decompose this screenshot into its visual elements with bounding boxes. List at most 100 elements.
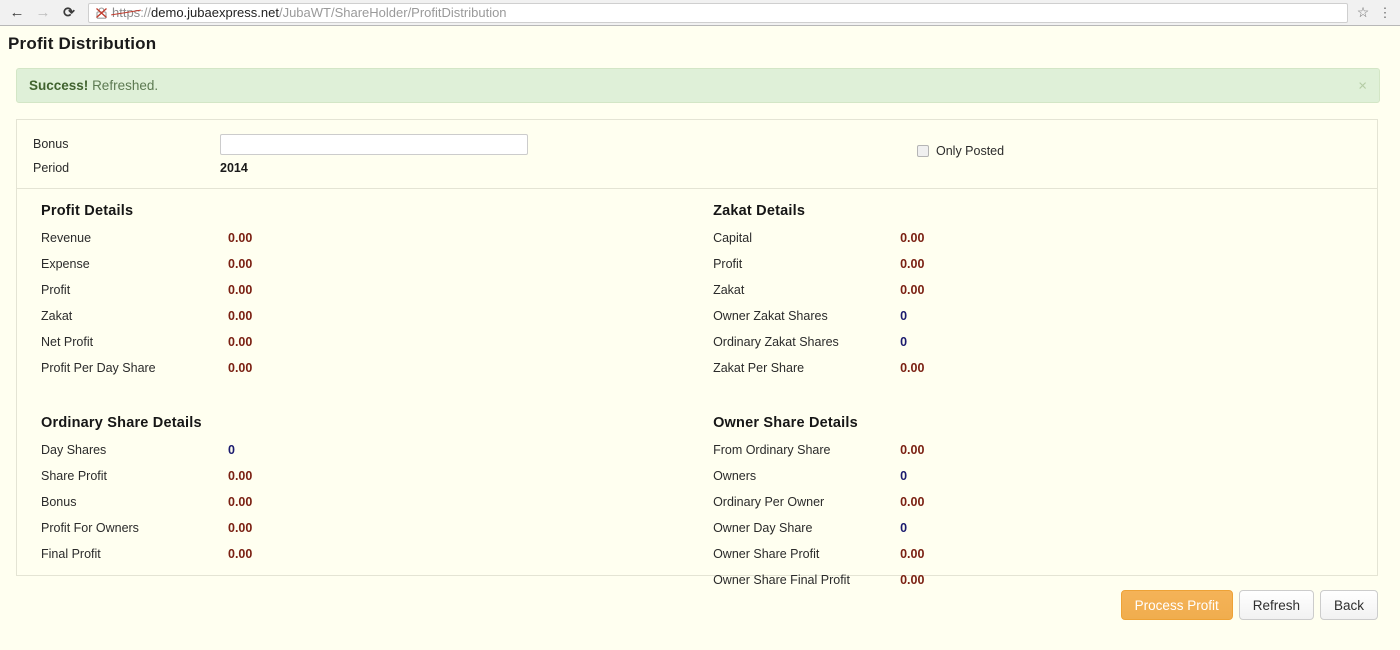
only-posted-checkbox-group[interactable]: Only Posted: [917, 144, 1004, 158]
detail-row: Final Profit 0.00: [33, 547, 697, 573]
filter-fields: Bonus Period 2014: [17, 132, 717, 180]
detail-value: 0.00: [228, 231, 253, 245]
detail-label: Owner Zakat Shares: [713, 309, 828, 323]
detail-row: Ordinary Per Owner 0.00: [705, 495, 1377, 521]
detail-label: Capital: [713, 231, 752, 245]
forward-arrow-icon[interactable]: →: [30, 2, 56, 24]
detail-value: 0.00: [228, 335, 253, 349]
detail-row: Owner Share Profit 0.00: [705, 547, 1377, 573]
detail-row: Profit 0.00: [33, 283, 697, 309]
detail-label: Owner Day Share: [713, 521, 813, 535]
detail-label: Share Profit: [41, 469, 108, 483]
profit-details-title: Profit Details: [41, 203, 134, 219]
detail-label: From Ordinary Share: [713, 443, 831, 457]
detail-value: 0.00: [900, 231, 925, 245]
period-row: Period 2014: [25, 156, 717, 180]
detail-value: 0: [900, 469, 908, 483]
detail-row: Profit 0.00: [705, 257, 1377, 283]
detail-value: 0.00: [228, 257, 253, 271]
detail-label: Day Shares: [41, 443, 107, 457]
left-column: Profit Details Revenue 0.00 Expense 0.00…: [17, 203, 697, 575]
detail-row: Owner Day Share 0: [705, 521, 1377, 547]
detail-value: 0.00: [228, 283, 253, 297]
detail-value: 0: [228, 443, 235, 457]
refresh-button[interactable]: Refresh: [1238, 590, 1314, 620]
detail-label: Profit: [713, 257, 743, 271]
bonus-label: Bonus: [33, 137, 69, 151]
profit-details-list: Revenue 0.00 Expense 0.00 Profit 0.00 Za…: [33, 231, 697, 387]
detail-value: 0.00: [900, 547, 925, 561]
back-button[interactable]: Back: [1319, 590, 1378, 620]
detail-label: Final Profit: [41, 547, 101, 561]
detail-row: Net Profit 0.00: [33, 335, 697, 361]
detail-label: Bonus: [41, 495, 77, 509]
checkbox-icon[interactable]: [917, 145, 929, 157]
address-bar[interactable]: https://demo.jubaexpress.net/JubaWT/Shar…: [88, 2, 1348, 23]
detail-row: Ordinary Zakat Shares 0: [705, 335, 1377, 361]
ordinary-share-details-list: Day Shares 0 Share Profit 0.00 Bonus 0.0…: [33, 443, 697, 573]
success-alert: Success! Refreshed. ×: [16, 68, 1380, 103]
details-panel: Profit Details Revenue 0.00 Expense 0.00…: [16, 188, 1378, 587]
detail-row: Capital 0.00: [705, 231, 1377, 257]
three-dot-menu-icon[interactable]: ⋮: [1374, 2, 1396, 24]
detail-label: Profit: [41, 283, 71, 297]
url-path: /JubaWT/ShareHolder/ProfitDistribution: [278, 4, 507, 20]
detail-value: 0.00: [228, 469, 253, 483]
reload-icon[interactable]: ⟳: [56, 2, 82, 24]
detail-label: Owner Share Final Profit: [713, 573, 850, 587]
detail-label: Profit Per Day Share: [41, 361, 156, 375]
detail-label: Zakat: [713, 283, 745, 297]
detail-row: Zakat 0.00: [705, 283, 1377, 309]
back-arrow-icon[interactable]: ←: [4, 2, 30, 24]
zakat-details-list: Capital 0.00 Profit 0.00 Zakat 0.00 Owne…: [705, 231, 1377, 387]
detail-value: 0.00: [900, 573, 925, 587]
detail-row: Share Profit 0.00: [33, 469, 697, 495]
detail-value: 0.00: [900, 257, 925, 271]
detail-label: Zakat Per Share: [713, 361, 805, 375]
detail-label: Ordinary Zakat Shares: [713, 335, 839, 349]
period-value: 2014: [220, 161, 248, 175]
detail-label: Owners: [713, 469, 757, 483]
close-icon[interactable]: ×: [1358, 77, 1367, 94]
detail-row: Revenue 0.00: [33, 231, 697, 257]
owner-share-details-title: Owner Share Details: [713, 415, 858, 431]
detail-label: Profit For Owners: [41, 521, 139, 535]
bonus-input[interactable]: [220, 133, 528, 155]
ordinary-share-details-title: Ordinary Share Details: [41, 415, 202, 431]
detail-row: Owner Zakat Shares 0: [705, 309, 1377, 335]
detail-row: Day Shares 0: [33, 443, 697, 469]
browser-toolbar: ← → ⟳ https://demo.jubaexpress.net/JubaW…: [0, 0, 1400, 26]
alert-message: Success! Refreshed.: [29, 78, 158, 93]
detail-value: 0: [900, 335, 908, 349]
detail-row: Owners 0: [705, 469, 1377, 495]
detail-value: 0.00: [900, 361, 925, 375]
detail-value: 0: [900, 309, 908, 323]
star-icon[interactable]: ☆: [1352, 2, 1374, 24]
detail-row: Zakat Per Share 0.00: [705, 361, 1377, 387]
zakat-details-title: Zakat Details: [713, 203, 806, 219]
detail-value: 0.00: [228, 495, 253, 509]
alert-strong: Success!: [29, 78, 89, 93]
detail-value: 0.00: [228, 361, 253, 375]
url-scheme: https: [112, 4, 141, 20]
url-host: demo.jubaexpress.net: [151, 4, 279, 20]
broken-padlock-icon[interactable]: [94, 6, 109, 20]
detail-value: 0.00: [900, 495, 925, 509]
detail-label: Owner Share Profit: [713, 547, 820, 561]
process-profit-button[interactable]: Process Profit: [1120, 590, 1233, 620]
alert-detail: Refreshed.: [92, 78, 159, 93]
detail-value: 0.00: [228, 309, 253, 323]
detail-value: 0: [900, 521, 908, 535]
detail-label: Ordinary Per Owner: [713, 495, 825, 509]
detail-label: Net Profit: [41, 335, 94, 349]
detail-value: 0.00: [228, 521, 253, 535]
detail-row: Profit For Owners 0.00: [33, 521, 697, 547]
action-buttons: Process Profit Refresh Back: [1120, 590, 1378, 620]
detail-label: Revenue: [41, 231, 92, 245]
owner-share-details-list: From Ordinary Share 0.00 Owners 0 Ordina…: [705, 443, 1377, 599]
url-text: https://demo.jubaexpress.net/JubaWT/Shar…: [112, 4, 507, 22]
detail-value: 0.00: [900, 443, 925, 457]
url-separator: ://: [140, 4, 152, 20]
detail-label: Expense: [41, 257, 90, 271]
period-label: Period: [33, 161, 70, 175]
